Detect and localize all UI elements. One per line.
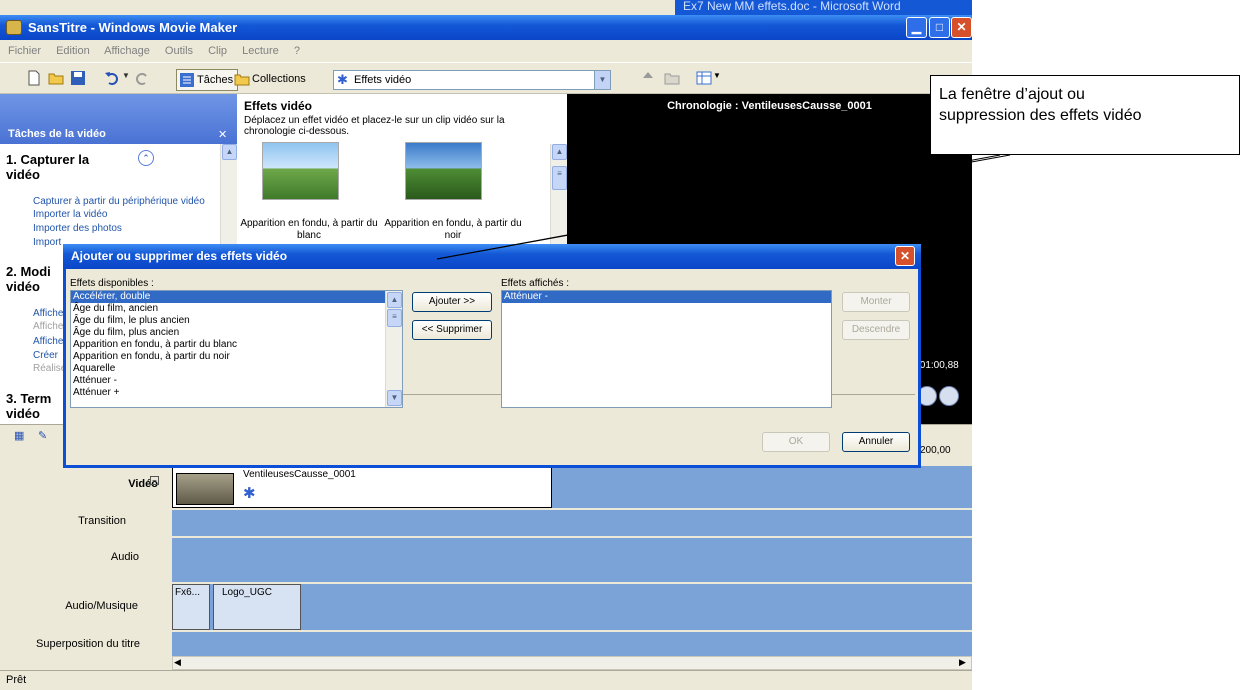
callout-line-2: suppression des effets vidéo bbox=[939, 107, 1142, 124]
annotation-callout: La fenêtre d’ajout ou suppression des ef… bbox=[930, 75, 1240, 155]
callout-line-1: La fenêtre d’ajout ou bbox=[939, 86, 1085, 103]
